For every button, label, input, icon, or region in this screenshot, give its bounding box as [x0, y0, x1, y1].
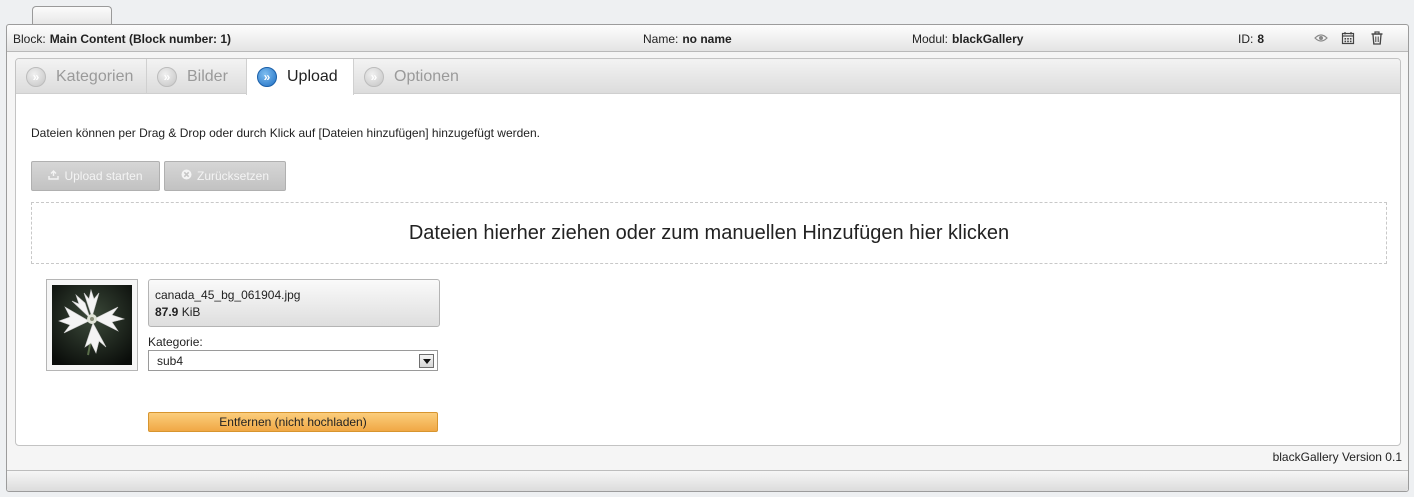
id-value: 8: [1257, 32, 1265, 46]
footer-bar: [7, 470, 1408, 491]
eye-icon[interactable]: [1314, 31, 1328, 45]
category-label: Kategorie:: [148, 335, 203, 349]
version-text: blackGallery Version 0.1: [1272, 450, 1402, 464]
category-select[interactable]: sub4: [148, 350, 438, 371]
category-selected-value: sub4: [157, 354, 184, 368]
tab-label: Bilder: [187, 67, 228, 85]
tab-upload[interactable]: » Upload: [246, 59, 354, 95]
tab-label: Optionen: [394, 67, 459, 85]
chevron-right-icon: »: [26, 66, 46, 87]
calendar-icon[interactable]: [1341, 31, 1355, 45]
chevron-right-icon: »: [257, 67, 277, 87]
block-info-bar: Block: Main Content (Block number: 1) Nam…: [7, 25, 1408, 52]
remove-file-label: Entfernen (nicht hochladen): [219, 415, 367, 429]
file-size-value: 87.9: [155, 305, 179, 319]
block-panel: Block: Main Content (Block number: 1) Nam…: [6, 24, 1409, 492]
upload-help-text: Dateien können per Drag & Drop oder durc…: [31, 126, 540, 140]
chevron-right-icon: »: [364, 66, 384, 87]
name-info: Name: no name: [643, 32, 732, 46]
block-value: Main Content (Block number: 1): [49, 32, 232, 46]
dropzone-text: Dateien hierher ziehen oder zum manuelle…: [408, 221, 1010, 244]
modul-label: Modul:: [912, 32, 949, 46]
upload-file-list: canada_45_bg_061904.jpg 87.9 KiB Kategor…: [31, 273, 478, 445]
reset-button[interactable]: Zurücksetzen: [164, 161, 286, 191]
window-tab[interactable]: [32, 6, 112, 25]
file-thumbnail: [46, 279, 138, 371]
upload-start-label: Upload starten: [64, 169, 143, 183]
block-label: Block:: [13, 32, 46, 46]
tab-label: Kategorien: [56, 67, 134, 85]
id-info: ID: 8: [1238, 32, 1264, 46]
gallery-content: » Kategorien » Bilder » Upload » Optione…: [15, 58, 1401, 446]
name-label: Name:: [643, 32, 679, 46]
chevron-right-icon: »: [157, 66, 177, 87]
tab-bilder[interactable]: » Bilder: [147, 59, 247, 94]
file-size: 87.9 KiB: [155, 304, 439, 321]
chevron-down-icon[interactable]: [419, 354, 434, 368]
tab-kategorien[interactable]: » Kategorien: [16, 59, 147, 94]
modul-info: Modul: blackGallery: [912, 32, 1023, 46]
upload-icon: [48, 169, 60, 183]
tab-optionen[interactable]: » Optionen: [354, 59, 474, 94]
file-dropzone[interactable]: Dateien hierher ziehen oder zum manuelle…: [31, 202, 1387, 264]
tab-label: Upload: [287, 68, 338, 85]
file-name: canada_45_bg_061904.jpg: [155, 288, 301, 302]
block-info: Block: Main Content (Block number: 1): [13, 32, 231, 46]
modul-value: blackGallery: [952, 32, 1024, 46]
name-value: no name: [682, 32, 732, 46]
tab-bar: » Kategorien » Bilder » Upload » Optione…: [16, 59, 1400, 95]
file-info-box: canada_45_bg_061904.jpg 87.9 KiB: [148, 279, 440, 327]
file-size-unit: KiB: [181, 305, 201, 319]
trash-icon[interactable]: [1370, 31, 1384, 45]
id-label: ID:: [1238, 32, 1254, 46]
remove-file-button[interactable]: Entfernen (nicht hochladen): [148, 412, 438, 432]
upload-start-button[interactable]: Upload starten: [31, 161, 160, 191]
cancel-circle-icon: [181, 169, 192, 183]
reset-label: Zurücksetzen: [196, 169, 270, 183]
